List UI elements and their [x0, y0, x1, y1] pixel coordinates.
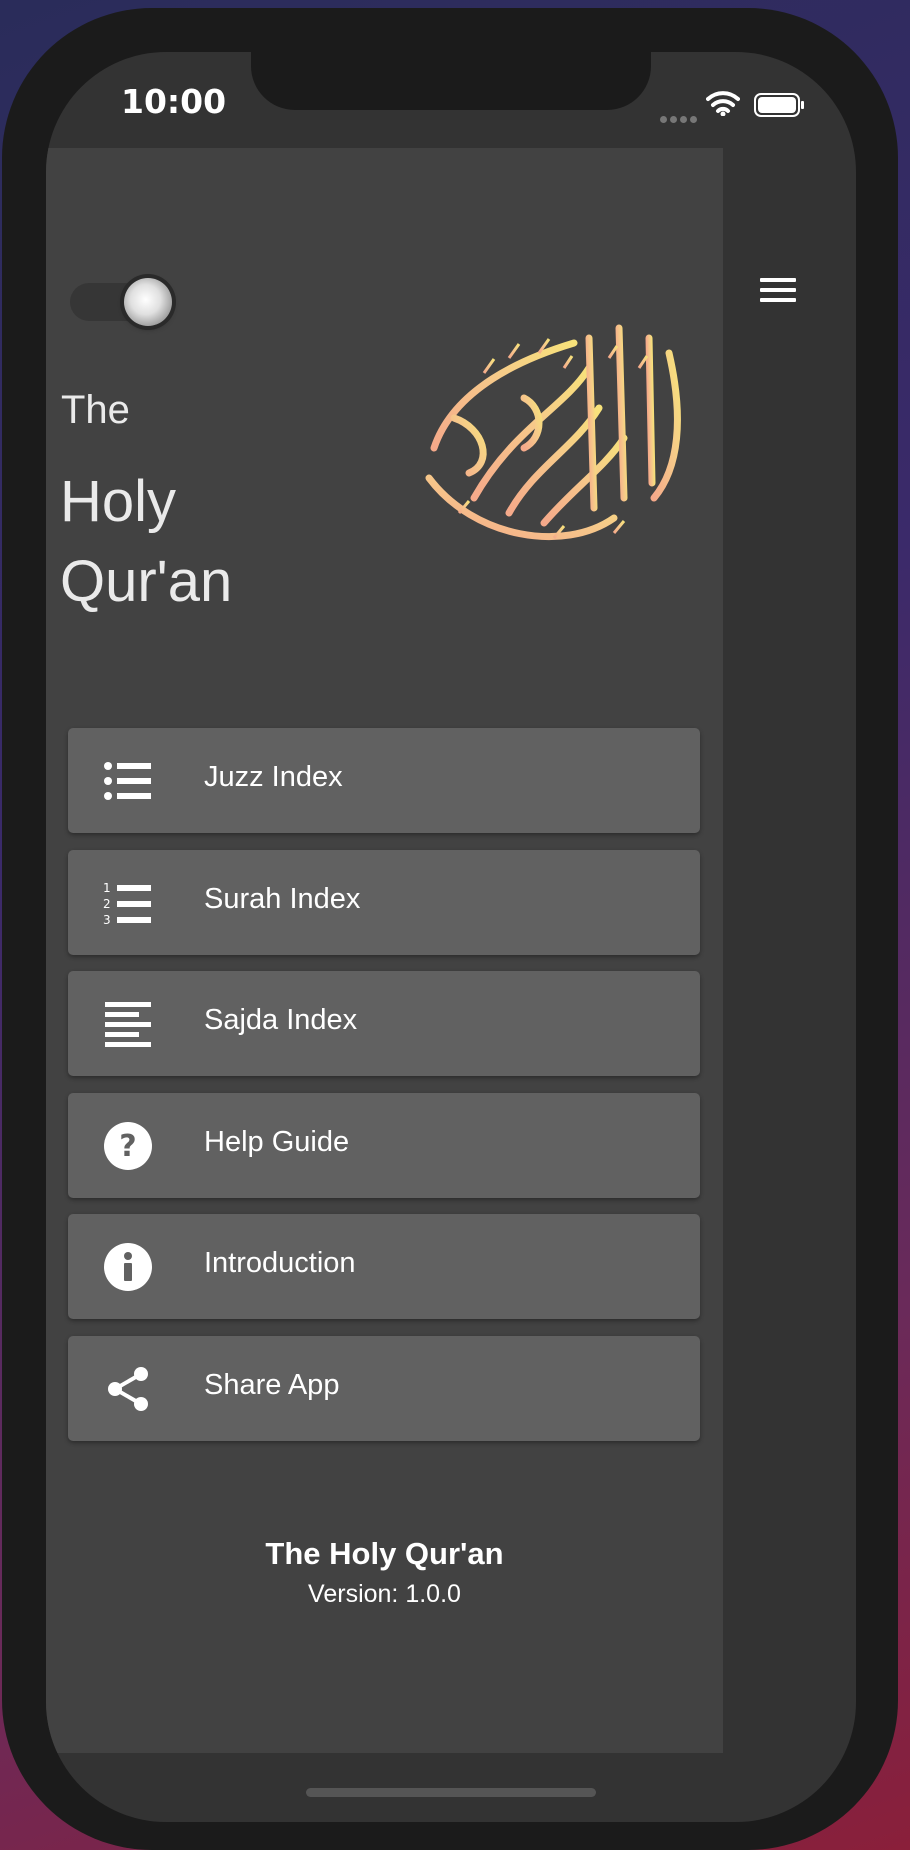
menu-item-label: Juzz Index: [204, 761, 343, 793]
menu-item-surah-index[interactable]: 1 2 3 Surah Index: [68, 849, 700, 955]
align-left-icon: [103, 1001, 153, 1047]
share-icon: [103, 1366, 153, 1412]
toggle-knob: [124, 278, 172, 326]
notch: [251, 52, 651, 110]
title-holy: Holy: [60, 469, 177, 534]
home-indicator[interactable]: [306, 1788, 596, 1797]
battery-icon: [754, 93, 804, 117]
footer-version: Version: 1.0.0: [308, 1580, 461, 1608]
svg-text:2: 2: [103, 897, 111, 911]
menu-item-help-guide[interactable]: ? Help Guide: [68, 1092, 700, 1198]
cellular-signal-icon: [660, 108, 700, 127]
svg-text:?: ?: [119, 1129, 136, 1164]
menu-item-label: Introduction: [204, 1247, 356, 1279]
menu-item-label: Help Guide: [204, 1125, 350, 1158]
status-time: 10:00: [121, 82, 227, 121]
screen: 10:00 The Holy Qur'an Juzz Index 1 2 3 S…: [46, 52, 856, 1822]
list-bullet-icon: [103, 758, 153, 804]
svg-text:3: 3: [103, 913, 111, 925]
svg-text:1: 1: [103, 881, 111, 895]
wifi-icon: [706, 90, 740, 120]
phone-frame: 10:00 The Holy Qur'an Juzz Index 1 2 3 S…: [2, 8, 898, 1850]
theme-toggle[interactable]: [70, 278, 172, 326]
title-quran: Qur'an: [60, 549, 233, 614]
info-circle-icon: [103, 1243, 153, 1291]
menu-item-juzz-index[interactable]: Juzz Index: [68, 728, 700, 833]
menu-item-sajda-index[interactable]: Sajda Index: [68, 971, 700, 1076]
list-numbered-icon: 1 2 3: [103, 880, 153, 926]
drawer-menu: Juzz Index 1 2 3 Surah Index Sajda Index…: [68, 728, 700, 1457]
menu-item-share-app[interactable]: Share App: [68, 1335, 700, 1441]
help-circle-icon: ?: [103, 1121, 153, 1170]
footer-app-name: The Holy Qur'an: [265, 1536, 504, 1571]
title-the: The: [61, 388, 130, 432]
menu-item-label: Surah Index: [204, 882, 361, 915]
quran-calligraphy-logo: [414, 298, 694, 582]
menu-icon[interactable]: [760, 278, 796, 308]
navigation-drawer: The Holy Qur'an Juzz Index 1 2 3 Surah I…: [46, 148, 723, 1753]
menu-item-label: Share App: [204, 1368, 340, 1401]
menu-item-label: Sajda Index: [204, 1004, 358, 1036]
menu-item-introduction[interactable]: Introduction: [68, 1214, 700, 1319]
